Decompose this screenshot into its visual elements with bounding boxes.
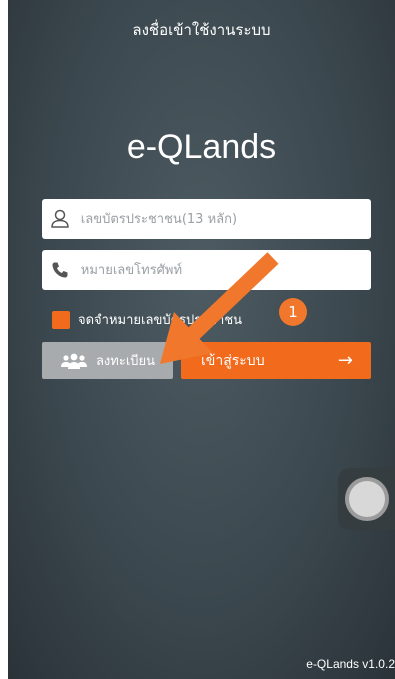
assistive-touch-icon	[348, 481, 385, 517]
version-label: e-QLands v1.0.2	[306, 657, 395, 671]
step-badge: 1	[279, 298, 307, 326]
assistive-touch-button[interactable]	[338, 468, 395, 530]
login-screen: ลงชื่อเข้าใช้งานระบบ e-QLands จดจำหมายเล…	[8, 0, 395, 679]
annotation-arrow	[160, 252, 279, 364]
